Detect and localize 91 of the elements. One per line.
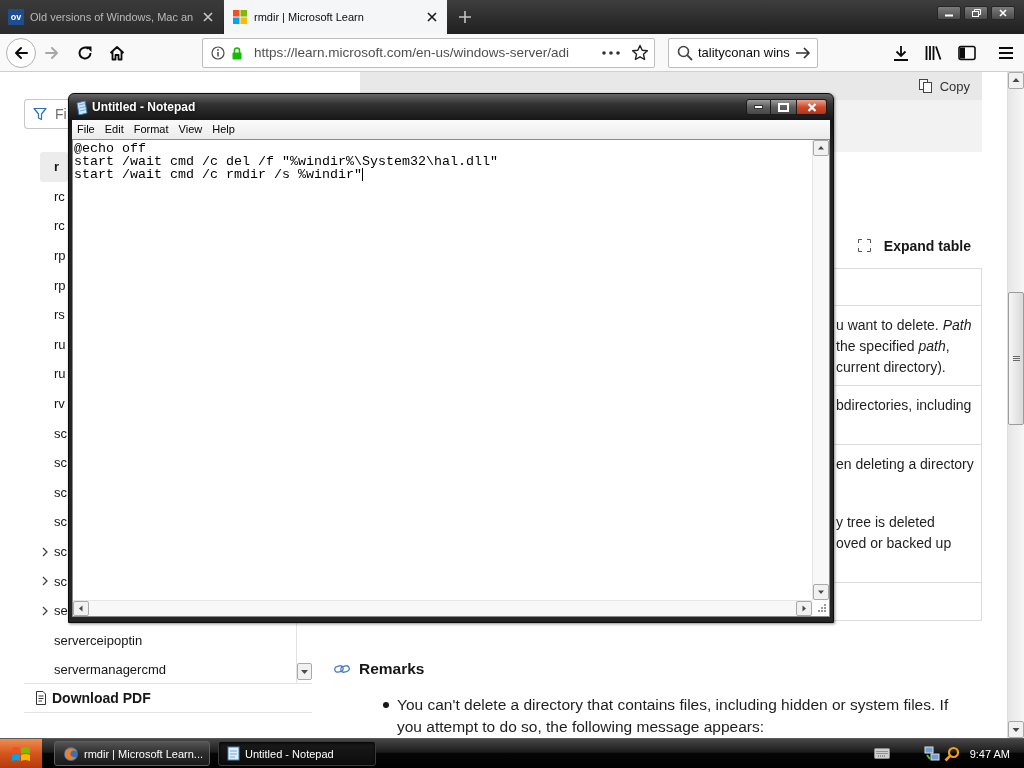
taskbar-button[interactable]: Untitled - Notepad bbox=[218, 741, 376, 766]
bullet-text: You can't delete a directory that contains files, including hidden or system files. If you attempt to do so, the following message appears: bbox=[397, 695, 950, 737]
four-squares-icon bbox=[233, 10, 247, 24]
document-icon bbox=[35, 691, 47, 705]
close-icon bbox=[999, 9, 1007, 17]
site-logo: ov bbox=[8, 9, 24, 25]
reload-icon[interactable] bbox=[77, 44, 93, 61]
text-cursor-icon bbox=[361, 168, 363, 181]
nav-item[interactable]: sc bbox=[40, 477, 67, 508]
plus-icon[interactable] bbox=[458, 10, 472, 24]
close-icon[interactable] bbox=[426, 11, 438, 23]
chevron-icon[interactable] bbox=[42, 576, 48, 587]
back-button[interactable] bbox=[6, 37, 36, 68]
nav-item[interactable]: rp bbox=[40, 270, 66, 300]
nav-item[interactable]: sc bbox=[40, 507, 67, 537]
cell-text: u want to delete. Path the specified path, current directory). bbox=[836, 316, 973, 377]
notebook-icon bbox=[75, 99, 88, 115]
star-icon[interactable] bbox=[631, 43, 649, 62]
menu-item[interactable]: Edit bbox=[99, 120, 129, 139]
notebook-icon bbox=[227, 746, 240, 761]
padlock-icon bbox=[230, 45, 244, 60]
books-icon[interactable] bbox=[925, 44, 943, 61]
restore-icon bbox=[971, 9, 981, 17]
menu-item[interactable]: Help bbox=[207, 120, 240, 139]
chevron-icon[interactable] bbox=[42, 546, 48, 557]
nav-item[interactable]: rp bbox=[40, 240, 66, 271]
nav-item[interactable]: rc bbox=[40, 181, 65, 212]
three-dots-icon[interactable] bbox=[602, 50, 620, 55]
left-arrow-icon bbox=[13, 44, 29, 61]
close-button[interactable] bbox=[797, 99, 827, 115]
close-button[interactable] bbox=[991, 6, 1015, 20]
nav-item[interactable]: sc bbox=[40, 536, 67, 567]
download-link[interactable]: Download PDF bbox=[35, 690, 151, 706]
bullet-icon bbox=[383, 702, 389, 708]
right-arrow-icon[interactable] bbox=[795, 44, 811, 61]
menu-item[interactable]: View bbox=[173, 120, 208, 139]
expand-icon bbox=[857, 239, 871, 252]
nav-item[interactable]: servermanagercmd bbox=[40, 655, 166, 685]
nav-item[interactable]: sc bbox=[40, 566, 67, 596]
filter-icon bbox=[33, 107, 47, 121]
cell-text: en deleting a directory bbox=[836, 455, 975, 474]
restore-button[interactable] bbox=[964, 6, 988, 20]
close-icon bbox=[806, 102, 817, 112]
globe-icon bbox=[63, 745, 79, 762]
search-field[interactable]: talityconan wins bbox=[668, 37, 818, 68]
house-icon[interactable] bbox=[109, 44, 125, 61]
sidebar-icon[interactable] bbox=[958, 44, 976, 61]
search-icon bbox=[677, 44, 693, 61]
nav-item[interactable]: sc bbox=[40, 447, 67, 478]
start-button[interactable] bbox=[0, 739, 42, 768]
scrollbar-thumb[interactable] bbox=[1008, 292, 1024, 425]
cell-text: bdirectories, including bbox=[836, 396, 973, 415]
network-icon[interactable] bbox=[923, 745, 940, 762]
expand-table-button[interactable]: Expand table bbox=[857, 235, 971, 256]
menu-item[interactable]: Format bbox=[128, 120, 174, 139]
down-arrow-icon[interactable] bbox=[893, 44, 909, 61]
nav-item[interactable]: ru bbox=[40, 359, 66, 389]
scrollbar[interactable] bbox=[1007, 72, 1024, 738]
minimize-button[interactable] bbox=[937, 6, 961, 20]
nav-item[interactable]: rv bbox=[40, 388, 65, 419]
grip-icon bbox=[1012, 355, 1020, 362]
copy-icon bbox=[918, 79, 932, 93]
minimize-icon bbox=[754, 105, 763, 109]
nav-item[interactable]: ru bbox=[40, 329, 66, 360]
maximize-icon bbox=[778, 102, 789, 112]
cell-text: y tree is deleted oved or backed up bbox=[836, 513, 953, 553]
nav-item[interactable]: r bbox=[40, 152, 68, 182]
nav-item[interactable]: rc bbox=[40, 211, 65, 241]
keyboard-icon[interactable] bbox=[873, 748, 890, 759]
chevron-icon[interactable] bbox=[42, 605, 48, 616]
section-heading: Remarks bbox=[359, 660, 425, 678]
info-icon bbox=[211, 45, 225, 60]
minimize-button[interactable] bbox=[746, 99, 771, 115]
taskbar-button[interactable]: rmdir | Microsoft Learn... bbox=[54, 741, 210, 766]
menu-icon[interactable] bbox=[998, 45, 1014, 60]
nav-item[interactable]: rs bbox=[40, 299, 65, 330]
window-title: Untitled - Notepad bbox=[92, 100, 196, 114]
nav-item[interactable]: se bbox=[40, 595, 68, 626]
browser-tab[interactable]: ov Old versions of Windows, Mac an bbox=[0, 0, 223, 34]
copy-button[interactable]: Copy bbox=[918, 78, 970, 94]
menu-item[interactable]: File bbox=[72, 120, 100, 139]
search-icon[interactable] bbox=[943, 745, 960, 762]
clock[interactable]: 9:47 AM bbox=[969, 747, 1010, 760]
maximize-button[interactable] bbox=[771, 99, 797, 115]
flag-icon bbox=[11, 744, 31, 763]
filter-field[interactable]: Fi bbox=[24, 99, 68, 129]
nav-item[interactable]: serverceipoptin bbox=[40, 625, 143, 656]
address-field[interactable]: https://learn.microsoft.com/en-us/windows-server/adi bbox=[202, 37, 655, 68]
browser-tab[interactable]: rmdir | Microsoft Learn bbox=[224, 0, 447, 34]
link-icon[interactable] bbox=[334, 664, 350, 674]
nav-item[interactable]: sc bbox=[40, 418, 67, 448]
